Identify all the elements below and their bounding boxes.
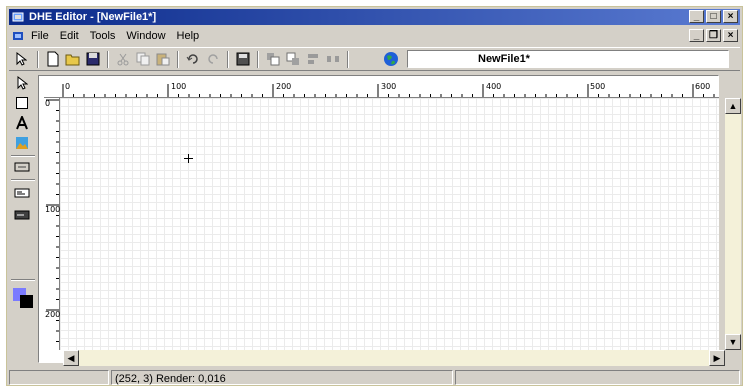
menu-file[interactable]: File (31, 27, 49, 45)
ruler-label-100: 100 (171, 82, 187, 91)
child-close-icon[interactable]: × (723, 29, 738, 42)
scroll-up-icon[interactable]: ▲ (725, 98, 741, 114)
toolbar: NewFile1* (9, 47, 740, 71)
vruler-label-100: 100 (45, 205, 61, 214)
status-pane-2 (455, 370, 740, 385)
ruler-label-400: 400 (486, 82, 502, 91)
minimize-icon[interactable]: _ (689, 10, 704, 23)
paste-icon[interactable] (155, 51, 171, 67)
vertical-scrollbar[interactable]: ▲ ▼ (725, 98, 741, 350)
color-swatch-background[interactable] (20, 295, 33, 308)
window-title: DHE Editor - [NewFile1*] (29, 11, 157, 23)
scroll-down-icon[interactable]: ▼ (725, 334, 741, 350)
scroll-left-icon[interactable]: ◀ (63, 350, 79, 366)
ruler-label-300: 300 (381, 82, 397, 91)
text-tool-icon[interactable] (14, 115, 30, 131)
menu-edit[interactable]: Edit (60, 27, 79, 45)
ruler-label-600: 600 (695, 82, 711, 91)
crosshair-cursor (184, 154, 193, 163)
send-back-icon[interactable] (285, 51, 301, 67)
ruler-label-200: 200 (276, 82, 292, 91)
save-icon[interactable] (85, 51, 101, 67)
ruler-label-500: 500 (590, 82, 606, 91)
new-file-icon[interactable] (45, 51, 61, 67)
menu-help[interactable]: Help (177, 27, 200, 45)
globe-icon[interactable] (383, 51, 399, 67)
vruler-label-200: 200 (45, 310, 61, 319)
horizontal-ruler: 0 100 200 300 400 500 600 (44, 82, 719, 98)
status-bar: (252, 3) Render: 0,016 (9, 369, 740, 385)
undo-icon[interactable] (185, 51, 201, 67)
copy-icon[interactable] (135, 51, 151, 67)
ruler-label-0: 0 (65, 82, 71, 91)
redo-icon[interactable] (205, 51, 221, 67)
bring-front-icon[interactable] (265, 51, 281, 67)
editor-window: DHE Editor - [NewFile1*] _ □ × File Edit… (6, 6, 743, 386)
status-coordinates: (252, 3) Render: 0,016 (111, 370, 453, 385)
app-icon (12, 12, 24, 22)
save-all-icon[interactable] (235, 51, 251, 67)
menu-window[interactable]: Window (126, 27, 165, 45)
title-bar[interactable]: DHE Editor - [NewFile1*] _ □ × (9, 9, 740, 25)
child-minimize-icon[interactable]: _ (689, 29, 704, 42)
label-tool-icon[interactable] (14, 185, 30, 201)
field-tool-icon[interactable] (14, 207, 30, 223)
image-tool-icon[interactable] (14, 135, 30, 151)
maximize-icon[interactable]: □ (706, 10, 721, 23)
tool-palette (9, 73, 37, 363)
mdi-document-icon[interactable] (12, 30, 24, 42)
menu-tools[interactable]: Tools (90, 27, 116, 45)
align-icon[interactable] (305, 51, 321, 67)
pointer-icon[interactable] (13, 51, 29, 67)
design-canvas[interactable] (60, 98, 719, 350)
close-icon[interactable]: × (723, 10, 738, 23)
open-folder-icon[interactable] (65, 51, 81, 67)
scroll-right-icon[interactable]: ▶ (709, 350, 725, 366)
horizontal-scrollbar[interactable]: ◀ ▶ (63, 350, 725, 366)
button-tool-icon[interactable] (14, 159, 30, 175)
distribute-icon[interactable] (325, 51, 341, 67)
select-tool-icon[interactable] (14, 75, 30, 91)
vruler-label-0: 0 (45, 99, 51, 108)
status-pane-empty (9, 370, 109, 385)
menu-bar: File Edit Tools Window Help _ ❐ × (9, 27, 740, 45)
document-name-field[interactable]: NewFile1* (407, 50, 729, 68)
cut-icon[interactable] (115, 51, 131, 67)
child-restore-icon[interactable]: ❐ (706, 29, 721, 42)
rectangle-tool-icon[interactable] (14, 95, 30, 111)
vertical-ruler: 0 100 200 (44, 98, 60, 350)
